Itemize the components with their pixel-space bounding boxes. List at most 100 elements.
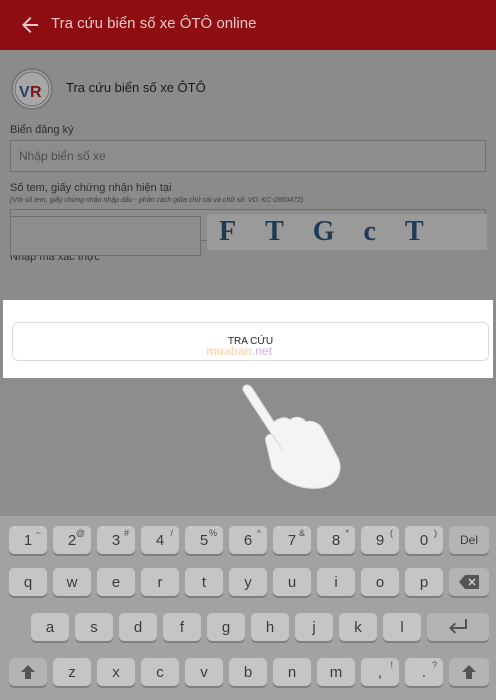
key-label: 7 xyxy=(287,531,297,549)
key-label: z xyxy=(68,663,76,681)
key-label: c xyxy=(156,663,164,681)
keyboard: 1 ~2 @3 #4/5% 6 ^ 7 & 8 * 9(0) Del q w e r t y u i o p a s d f g h j… xyxy=(0,516,496,700)
key-label: v xyxy=(200,663,208,681)
key-b[interactable]: b xyxy=(229,658,267,686)
key-l[interactable]: l xyxy=(383,613,421,641)
key-g[interactable]: g xyxy=(207,613,245,641)
key-5[interactable]: 5% xyxy=(185,526,223,554)
app-bar: Tra cứu biển số xe ÔTÔ online xyxy=(0,0,496,50)
shift-key-left[interactable] xyxy=(9,658,47,686)
key-t[interactable]: t xyxy=(185,568,223,596)
key-x[interactable]: x xyxy=(97,658,135,686)
key-h[interactable]: h xyxy=(251,613,289,641)
shift-icon xyxy=(21,665,35,679)
key-u[interactable]: u xyxy=(273,568,311,596)
key-i[interactable]: i xyxy=(317,568,355,596)
plate-label: Biển đăng ký xyxy=(10,124,74,136)
key-secondary-label: ^ xyxy=(256,528,261,538)
shift-key-right[interactable] xyxy=(449,658,489,686)
plate-input[interactable]: Nhập biển số xe xyxy=(10,140,486,172)
key-label: r xyxy=(157,573,163,591)
key-label: y xyxy=(244,573,252,591)
svg-text:V: V xyxy=(19,84,30,101)
key-secondary-label: ! xyxy=(390,660,393,670)
key-comma[interactable]: ,! xyxy=(361,658,399,686)
key-o[interactable]: o xyxy=(361,568,399,596)
backspace-key[interactable] xyxy=(449,568,489,596)
cert-hint: (Với số tem, giấy chứng nhận nhập dấu - … xyxy=(10,197,304,204)
key-secondary-label: # xyxy=(123,528,129,538)
key-label: d xyxy=(133,618,143,636)
key-period[interactable]: .? xyxy=(405,658,443,686)
key-0[interactable]: 0) xyxy=(405,526,443,554)
key-label: Del xyxy=(459,533,478,547)
key-label: g xyxy=(221,618,231,636)
key-a[interactable]: a xyxy=(31,613,69,641)
key-j[interactable]: j xyxy=(295,613,333,641)
svg-text:R: R xyxy=(30,84,42,101)
form-title: Tra cứu biển số xe ÔTÔ xyxy=(66,80,206,95)
key-r[interactable]: r xyxy=(141,568,179,596)
key-label: j xyxy=(312,618,316,636)
key-secondary-label: % xyxy=(208,528,217,538)
key-z[interactable]: z xyxy=(53,658,91,686)
key-m[interactable]: m xyxy=(317,658,355,686)
shift-icon xyxy=(462,665,476,679)
key-secondary-label: @ xyxy=(75,528,85,538)
arrow-left-icon[interactable] xyxy=(18,13,42,37)
key-label: 9 xyxy=(375,531,385,549)
key-d[interactable]: d xyxy=(119,613,157,641)
key-label: x xyxy=(112,663,120,681)
key-label: i xyxy=(334,573,338,591)
key-secondary-label: & xyxy=(298,528,305,538)
key-label: 3 xyxy=(111,531,121,549)
key-n[interactable]: n xyxy=(273,658,311,686)
captcha-input[interactable] xyxy=(10,216,201,256)
key-v[interactable]: v xyxy=(185,658,223,686)
key-label: 1 xyxy=(23,531,33,549)
captcha-image: FTGcT xyxy=(207,214,487,250)
key-f[interactable]: f xyxy=(163,613,201,641)
key-7[interactable]: 7 & xyxy=(273,526,311,554)
key-6[interactable]: 6 ^ xyxy=(229,526,267,554)
key-w[interactable]: w xyxy=(53,568,91,596)
key-9[interactable]: 9( xyxy=(361,526,399,554)
cert-label: Số tem, giấy chứng nhận hiện tại xyxy=(10,182,172,194)
key-label: q xyxy=(23,573,33,591)
key-label: s xyxy=(90,618,98,636)
captcha-text: FTGcT xyxy=(219,216,453,247)
tap-hand-icon xyxy=(242,384,341,489)
key-p[interactable]: p xyxy=(405,568,443,596)
key-label: t xyxy=(201,573,207,591)
key-k[interactable]: k xyxy=(339,613,377,641)
delete-key[interactable]: Del xyxy=(449,526,489,554)
key-1[interactable]: 1 ~ xyxy=(9,526,47,554)
key-y[interactable]: y xyxy=(229,568,267,596)
key-8[interactable]: 8 * xyxy=(317,526,355,554)
key-label: h xyxy=(265,618,275,636)
key-label: 5 xyxy=(199,531,209,549)
key-e[interactable]: e xyxy=(97,568,135,596)
key-label: n xyxy=(287,663,297,681)
app-bar-title: Tra cứu biển số xe ÔTÔ online xyxy=(51,15,257,32)
enter-key[interactable] xyxy=(427,613,489,641)
key-4[interactable]: 4/ xyxy=(141,526,179,554)
key-secondary-label: ~ xyxy=(35,528,41,538)
backspace-icon xyxy=(459,575,479,589)
key-3[interactable]: 3 # xyxy=(97,526,135,554)
key-q[interactable]: q xyxy=(9,568,47,596)
key-c[interactable]: c xyxy=(141,658,179,686)
key-secondary-label: ) xyxy=(434,528,437,538)
key-s[interactable]: s xyxy=(75,613,113,641)
key-2[interactable]: 2 @ xyxy=(53,526,91,554)
key-label: f xyxy=(179,618,185,636)
key-label: 0 xyxy=(419,531,429,549)
key-secondary-label: / xyxy=(170,528,173,538)
key-label: a xyxy=(45,618,55,636)
key-label: k xyxy=(354,618,362,636)
key-label: . xyxy=(421,663,427,681)
key-label: m xyxy=(329,663,343,681)
lookup-form: V R Tra cứu biển số xe ÔTÔ Biển đăng ký … xyxy=(0,50,496,300)
key-secondary-label: ? xyxy=(431,660,437,670)
key-label: 6 xyxy=(243,531,253,549)
